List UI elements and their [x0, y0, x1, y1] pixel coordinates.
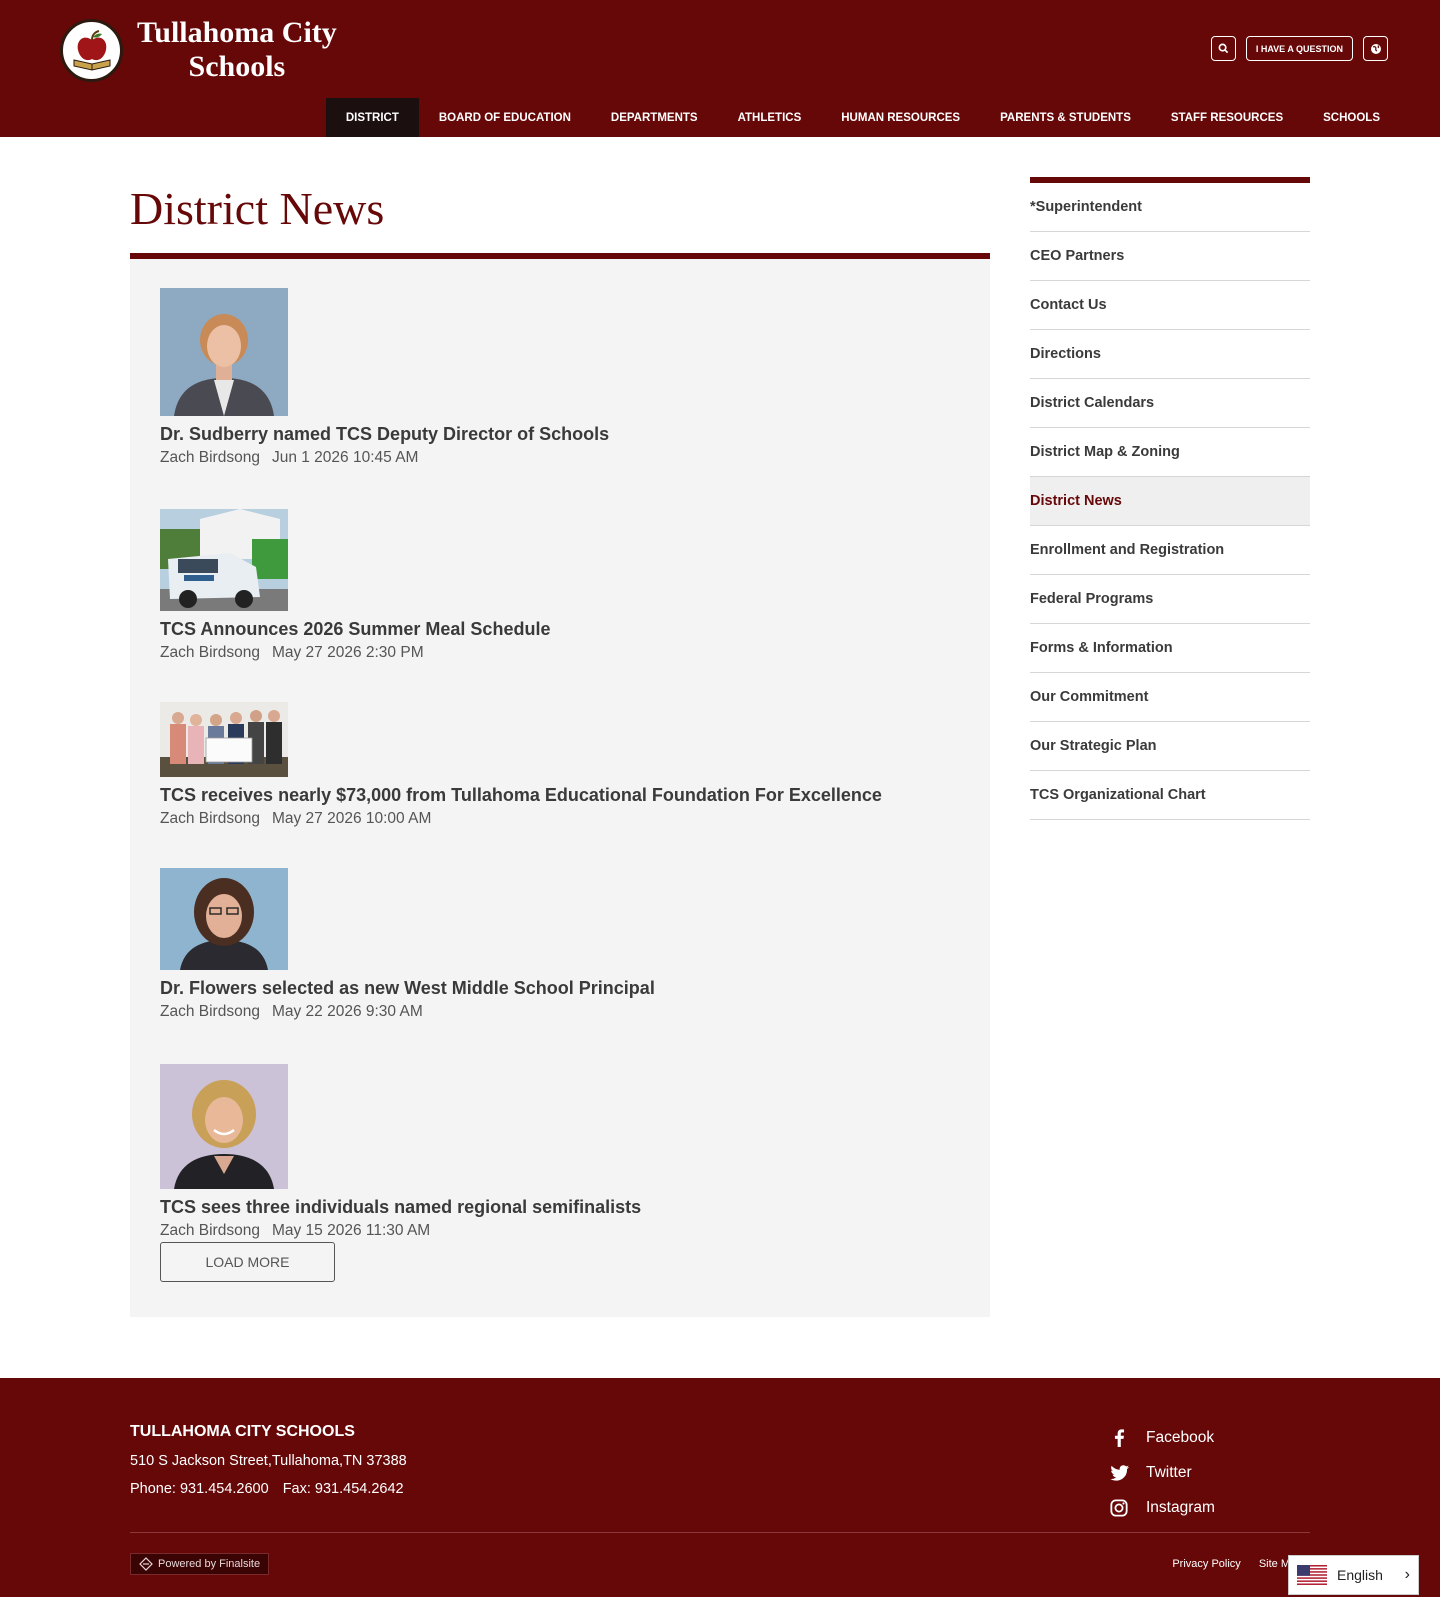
news-thumbnail[interactable] — [160, 1064, 288, 1189]
footer-divider — [130, 1532, 1310, 1533]
nav-staff-resources[interactable]: STAFF RESOURCES — [1151, 98, 1303, 137]
question-button[interactable]: I HAVE A QUESTION — [1245, 36, 1353, 61]
sidebar-item-ceo-partners[interactable]: CEO Partners — [1030, 232, 1310, 281]
news-author: Zach Birdsong — [160, 810, 260, 827]
instagram-link[interactable]: Instagram — [1108, 1490, 1215, 1525]
language-label: English — [1337, 1567, 1383, 1583]
footer-links: Privacy Policy Site M — [1172, 1558, 1290, 1570]
sidebar-item-superintendent[interactable]: *Superintendent — [1030, 183, 1310, 232]
sidebar-item-district-map-zoning[interactable]: District Map & Zoning — [1030, 428, 1310, 477]
news-meta: Zach Birdsong Jun 1 2026 10:45 AM — [160, 449, 609, 467]
search-button[interactable] — [1210, 36, 1236, 61]
nav-schools[interactable]: SCHOOLS — [1303, 98, 1400, 137]
footer-contact: Phone: 931.454.2600 Fax: 931.454.2642 — [130, 1481, 404, 1497]
twitter-label: Twitter — [1146, 1463, 1192, 1481]
nav-departments[interactable]: DEPARTMENTS — [591, 98, 718, 137]
nav-district[interactable]: DISTRICT — [325, 98, 419, 137]
news-meta: Zach Birdsong May 22 2026 9:30 AM — [160, 1003, 655, 1021]
footer-address: 510 S Jackson Street,Tullahoma,TN 37388 — [130, 1453, 407, 1469]
site-name: Tullahoma City Schools — [137, 16, 337, 84]
translate-button[interactable] — [1363, 36, 1388, 61]
news-meta: Zach Birdsong May 15 2026 11:30 AM — [160, 1222, 641, 1240]
instagram-icon — [1108, 1498, 1130, 1517]
main-nav: DISTRICT BOARD OF EDUCATION DEPARTMENTS … — [325, 98, 1400, 137]
finalsite-icon — [139, 1557, 153, 1571]
news-date: May 27 2026 10:00 AM — [271, 810, 432, 827]
news-author: Zach Birdsong — [160, 449, 260, 466]
sidebar-item-our-commitment[interactable]: Our Commitment — [1030, 673, 1310, 722]
news-author: Zach Birdsong — [160, 1222, 260, 1239]
search-icon — [1218, 43, 1229, 54]
news-title[interactable]: Dr. Sudberry named TCS Deputy Director o… — [160, 424, 609, 445]
news-title[interactable]: TCS sees three individuals named regiona… — [160, 1197, 641, 1218]
apple-book-logo-icon — [60, 18, 123, 82]
news-meta: Zach Birdsong May 27 2026 10:00 AM — [160, 810, 882, 828]
site-map-link[interactable]: Site M — [1259, 1558, 1290, 1570]
sidebar-item-org-chart[interactable]: TCS Organizational Chart — [1030, 771, 1310, 820]
privacy-policy-link[interactable]: Privacy Policy — [1172, 1558, 1240, 1570]
chevron-right-icon: › — [1404, 1566, 1410, 1583]
news-item: TCS sees three individuals named regiona… — [160, 1064, 641, 1240]
news-title[interactable]: Dr. Flowers selected as new West Middle … — [160, 978, 655, 999]
sidebar-item-directions[interactable]: Directions — [1030, 330, 1310, 379]
sidebar-item-enrollment[interactable]: Enrollment and Registration — [1030, 526, 1310, 575]
nav-human-resources[interactable]: HUMAN RESOURCES — [821, 98, 980, 137]
utility-bar: I HAVE A QUESTION — [1210, 36, 1388, 61]
section-sidebar: *Superintendent CEO Partners Contact Us … — [1030, 177, 1310, 820]
language-selector[interactable]: English › — [1288, 1555, 1419, 1595]
news-item: Dr. Sudberry named TCS Deputy Director o… — [160, 288, 609, 467]
news-thumbnail[interactable] — [160, 509, 288, 611]
nav-parents-students[interactable]: PARENTS & STUDENTS — [980, 98, 1151, 137]
main-content: District News Dr. Sudberry named TCS Dep… — [0, 137, 1440, 1378]
sidebar-item-contact-us[interactable]: Contact Us — [1030, 281, 1310, 330]
facebook-label: Facebook — [1146, 1428, 1215, 1446]
site-footer: TULLAHOMA CITY SCHOOLS 510 S Jackson Str… — [0, 1378, 1440, 1597]
news-author: Zach Birdsong — [160, 1003, 260, 1020]
facebook-icon — [1108, 1428, 1130, 1447]
footer-phone: Phone: 931.454.2600 — [130, 1481, 269, 1497]
sidebar-item-strategic-plan[interactable]: Our Strategic Plan — [1030, 722, 1310, 771]
powered-by-label: Powered by Finalsite — [158, 1558, 261, 1570]
news-date: May 15 2026 11:30 AM — [271, 1222, 431, 1239]
sidebar-item-district-news[interactable]: District News — [1030, 477, 1310, 526]
globe-icon — [1370, 43, 1381, 54]
news-date: May 27 2026 2:30 PM — [271, 644, 424, 661]
news-item: TCS receives nearly $73,000 from Tullaho… — [160, 702, 882, 828]
social-links: Facebook Twitter Instagram — [1108, 1420, 1215, 1525]
instagram-label: Instagram — [1146, 1498, 1215, 1516]
us-flag-icon — [1297, 1565, 1327, 1585]
footer-school-name: TULLAHOMA CITY SCHOOLS — [130, 1423, 355, 1440]
site-logo[interactable]: Tullahoma City Schools — [60, 16, 337, 84]
news-meta: Zach Birdsong May 27 2026 2:30 PM — [160, 644, 550, 662]
news-title[interactable]: TCS Announces 2026 Summer Meal Schedule — [160, 619, 550, 640]
news-thumbnail[interactable] — [160, 868, 288, 970]
facebook-link[interactable]: Facebook — [1108, 1420, 1215, 1455]
news-title[interactable]: TCS receives nearly $73,000 from Tullaho… — [160, 785, 882, 806]
news-thumbnail[interactable] — [160, 288, 288, 416]
site-name-line1: Tullahoma City — [137, 16, 337, 49]
twitter-icon — [1108, 1464, 1130, 1481]
site-name-line2: Schools — [188, 50, 286, 83]
news-item: Dr. Flowers selected as new West Middle … — [160, 868, 655, 1021]
sidebar-item-federal-programs[interactable]: Federal Programs — [1030, 575, 1310, 624]
load-more-button[interactable]: LOAD MORE — [160, 1242, 335, 1282]
nav-board-of-education[interactable]: BOARD OF EDUCATION — [419, 98, 591, 137]
news-item: TCS Announces 2026 Summer Meal Schedule … — [160, 509, 550, 662]
sidebar-item-forms-information[interactable]: Forms & Information — [1030, 624, 1310, 673]
nav-athletics[interactable]: ATHLETICS — [718, 98, 822, 137]
twitter-link[interactable]: Twitter — [1108, 1455, 1215, 1490]
page-title: District News — [130, 183, 385, 234]
news-thumbnail[interactable] — [160, 702, 288, 777]
news-panel: Dr. Sudberry named TCS Deputy Director o… — [130, 253, 990, 1317]
news-date: Jun 1 2026 10:45 AM — [271, 449, 419, 466]
news-date: May 22 2026 9:30 AM — [271, 1003, 423, 1020]
powered-by-badge[interactable]: Powered by Finalsite — [130, 1553, 270, 1575]
news-author: Zach Birdsong — [160, 644, 260, 661]
footer-fax: Fax: 931.454.2642 — [282, 1481, 404, 1497]
site-header: Tullahoma City Schools I HAVE A QUESTION… — [0, 0, 1440, 137]
sidebar-item-district-calendars[interactable]: District Calendars — [1030, 379, 1310, 428]
